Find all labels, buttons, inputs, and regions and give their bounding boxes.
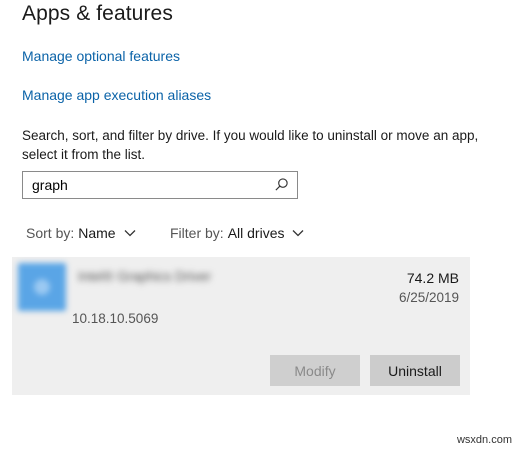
sort-by-value: Name [78, 225, 116, 241]
search-input[interactable] [32, 176, 262, 194]
search-box[interactable] [22, 171, 298, 199]
app-install-date: 6/25/2019 [398, 290, 459, 305]
page-title: Apps & features [22, 2, 173, 25]
app-name: Intel® Graphics Driver [78, 269, 211, 284]
filter-by-label: Filter by: [170, 225, 224, 241]
watermark-text: wsxdn.com [456, 434, 512, 446]
description-text: Search, sort, and filter by drive. If yo… [22, 128, 479, 162]
chevron-down-icon [293, 230, 304, 237]
modify-button[interactable]: Modify [270, 355, 360, 386]
app-icon [18, 263, 66, 311]
manage-optional-features-link[interactable]: Manage optional features [22, 48, 180, 64]
app-list-item[interactable]: Intel® Graphics Driver 74.2 MB 6/25/2019… [12, 257, 470, 395]
chevron-down-icon [124, 230, 136, 237]
filter-by-dropdown[interactable]: Filter by: All drives [170, 225, 304, 241]
sort-by-dropdown[interactable]: Sort by: Name [26, 225, 136, 241]
sort-by-label: Sort by: [26, 225, 75, 241]
filter-by-value: All drives [227, 225, 285, 241]
settings-page: Apps & features Manage optional features… [0, 0, 518, 449]
app-icon-glyph [34, 279, 50, 295]
uninstall-button[interactable]: Uninstall [370, 355, 460, 386]
app-version: 10.18.10.5069 [72, 311, 159, 326]
app-size: 74.2 MB [406, 270, 459, 286]
search-icon[interactable] [274, 177, 289, 192]
manage-app-execution-aliases-link[interactable]: Manage app execution aliases [22, 87, 211, 103]
